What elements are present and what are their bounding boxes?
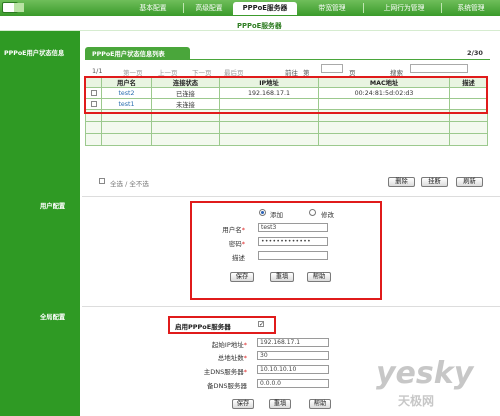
sidebar-label-status: PPPoE用户状态信息 [4,50,65,57]
desc-field[interactable] [258,251,328,260]
empty-row [85,121,488,134]
section-divider [82,306,500,307]
delete-button[interactable]: 删除 [388,177,415,187]
tab-system-management[interactable]: 系统管理 [446,2,496,15]
select-all-label[interactable]: 全选 / 全不选 [110,178,149,188]
tab-advanced-config[interactable]: 高级配置 [186,2,232,15]
global-help-button[interactable]: 帮助 [309,399,331,409]
tab-basic-config[interactable]: 基本配置 [124,2,182,15]
enable-pppoe-checkbox[interactable]: ✓ [258,321,264,328]
section-divider [82,196,500,197]
user-help-button[interactable]: 帮助 [307,272,331,282]
start-ip-label: 起始IP地址* [211,341,247,349]
nav-divider [441,3,442,13]
username-label: 用户名* [222,226,245,234]
desc-label: 描述 [232,254,245,262]
select-all-checkbox[interactable] [99,178,105,184]
username-field[interactable]: test3 [258,223,328,232]
sidebar-label-user-config: 用户配置 [40,203,66,210]
total-addr-field[interactable]: 30 [257,351,329,360]
logo-accent [14,3,24,12]
status-panel-rule [85,59,490,60]
hangup-button[interactable]: 挂断 [421,177,448,187]
page-index: 1/1 [92,67,103,75]
mode-add-radio[interactable] [259,209,266,216]
total-addr-label: 总地址数* [217,354,247,362]
search-input[interactable] [410,64,468,73]
mode-edit-label: 修改 [321,211,334,219]
status-panel-title: PPPoE用户状态信息列表 [92,51,165,58]
primary-dns-field[interactable]: 10.10.10.10 [257,365,329,374]
watermark-sub: 天极网 [398,394,435,408]
primary-dns-label: 主DNS服务器* [203,368,247,376]
table-highlight-box [84,76,488,114]
empty-row [85,133,488,146]
enable-pppoe-label: 启用PPPoE服务器 [175,323,231,331]
sidebar-label-global-config: 全局配置 [40,314,66,321]
start-ip-field[interactable]: 192.168.17.1 [257,338,329,347]
password-field[interactable]: ••••••••••••• [258,237,328,246]
password-label: 密码* [228,240,245,248]
page-count: 2/30 [467,49,483,57]
sub-nav-pppoe-server[interactable]: PPPoE服务器 [237,20,282,30]
left-sidebar [0,31,80,416]
mode-add-label: 添加 [270,211,283,219]
tab-behavior-management[interactable]: 上网行为管理 [368,2,440,15]
watermark-brand: yesky [376,356,474,391]
goto-page-input[interactable] [321,64,343,73]
secondary-dns-field[interactable]: 0.0.0.0 [257,379,329,388]
global-reset-button[interactable]: 重填 [269,399,291,409]
nav-divider [183,3,184,13]
user-reset-button[interactable]: 重填 [270,272,294,282]
secondary-dns-label: 备DNS服务器 [207,382,247,390]
user-save-button[interactable]: 保存 [230,272,254,282]
tab-pppoe-server[interactable]: PPPoE服务器 [233,2,297,15]
global-save-button[interactable]: 保存 [232,399,254,409]
refresh-button[interactable]: 刷新 [456,177,483,187]
nav-divider [363,3,364,13]
mode-edit-radio[interactable] [309,209,316,216]
tab-bandwidth[interactable]: 带宽管理 [302,2,362,15]
